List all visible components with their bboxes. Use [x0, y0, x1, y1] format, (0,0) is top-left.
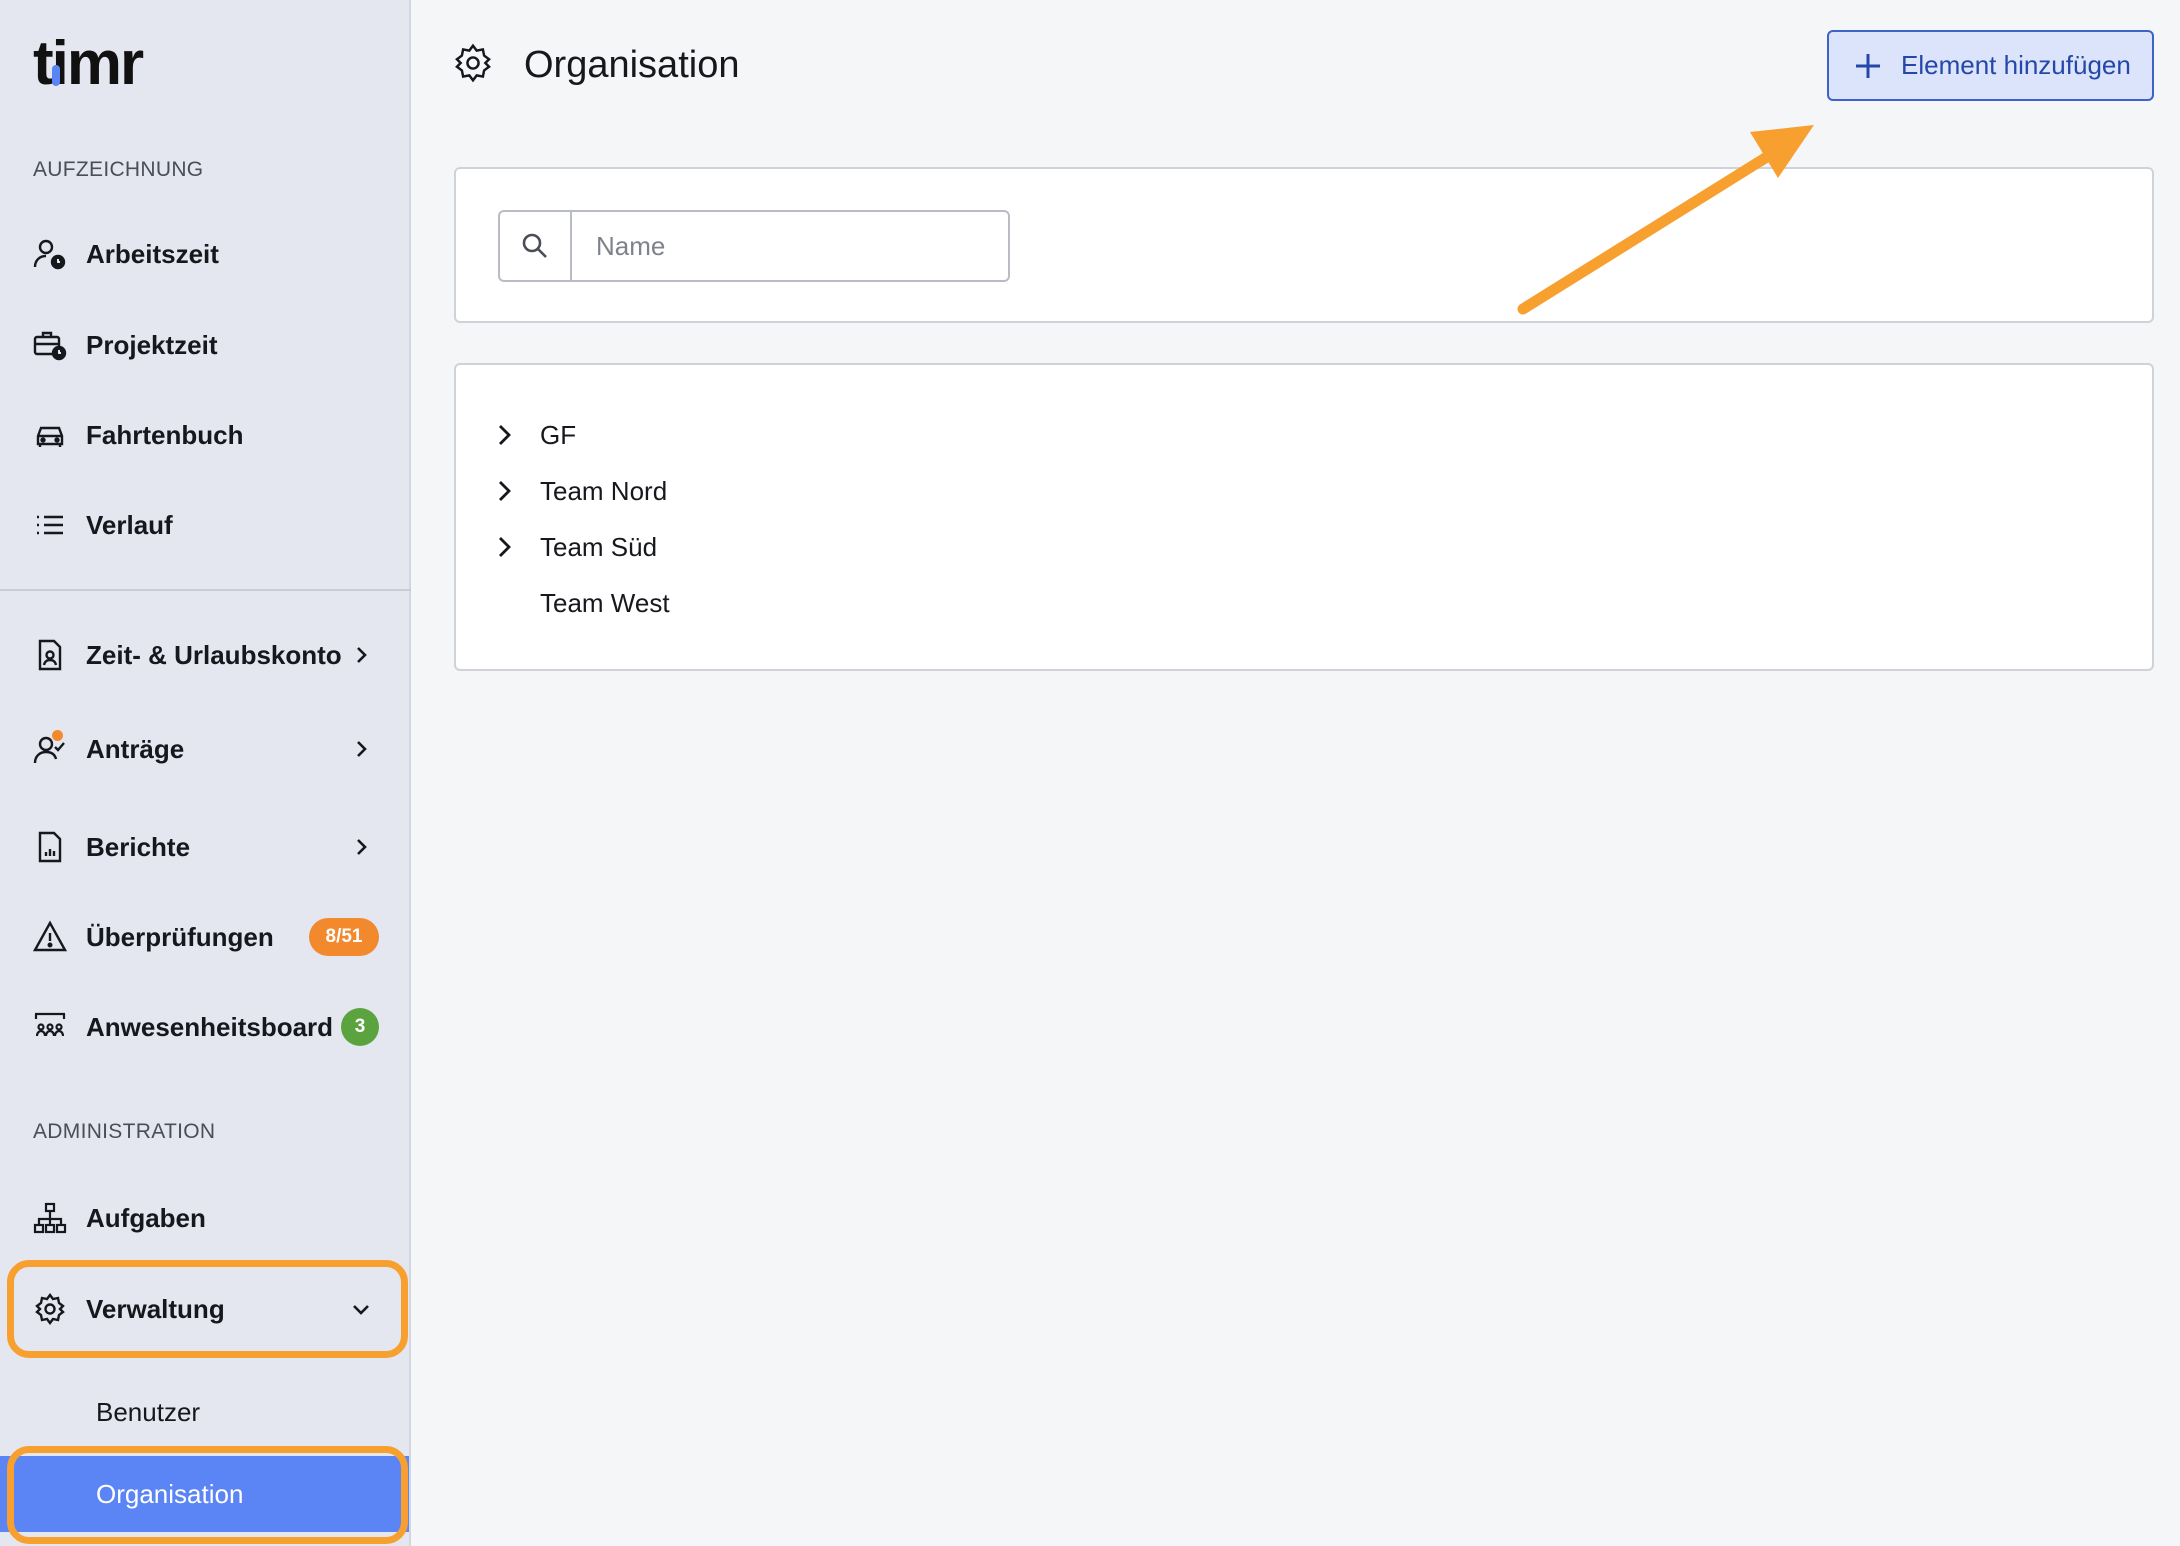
chevron-right-icon — [351, 645, 371, 665]
sidebar-subitem-benutzer[interactable]: Benutzer — [0, 1374, 409, 1450]
count-badge: 8/51 — [309, 918, 379, 956]
svg-text:timr: timr — [33, 36, 144, 92]
sidebar-item-zeit-urlaubskonto[interactable]: Zeit- & Urlaubskonto — [0, 623, 409, 687]
sidebar-item-label: Zeit- & Urlaubskonto — [86, 639, 342, 670]
list-icon — [33, 508, 67, 542]
car-icon — [33, 418, 67, 452]
add-element-button[interactable]: Element hinzufügen — [1827, 30, 2154, 101]
chevron-right-icon[interactable] — [479, 535, 529, 559]
sidebar-subitem-label: Organisation — [96, 1478, 244, 1509]
sidebar-item-berichte[interactable]: Berichte — [0, 815, 409, 879]
warning-icon — [33, 920, 67, 954]
chevron-right-icon[interactable] — [479, 423, 529, 447]
sidebar-item-arbeitszeit[interactable]: Arbeitszeit — [0, 222, 409, 286]
sidebar-item-label: Projektzeit — [86, 329, 218, 360]
notification-dot — [52, 730, 63, 741]
gear-icon — [452, 42, 494, 89]
sidebar-item-fahrtenbuch[interactable]: Fahrtenbuch — [0, 403, 409, 467]
sidebar-item-label: Arbeitszeit — [86, 238, 219, 269]
gear-icon — [33, 1292, 67, 1326]
sidebar-item-label: Anträge — [86, 733, 185, 764]
search-input[interactable] — [572, 212, 1008, 280]
sidebar-item-label: Fahrtenbuch — [86, 419, 244, 450]
organisation-tree-card: GF Team Nord Team Süd Team West — [454, 363, 2154, 671]
sidebar-item-label: Anwesenheitsboard — [86, 1011, 334, 1042]
count-badge: 3 — [341, 1008, 379, 1046]
tree-item-label[interactable]: Team Nord — [540, 476, 667, 507]
sidebar-item-label: Berichte — [86, 831, 191, 862]
chevron-down-icon — [351, 1299, 371, 1319]
timr-logo[interactable]: timr — [33, 36, 163, 92]
sidebar-item-ueberpruefungen[interactable]: Überprüfungen 8/51 — [0, 905, 409, 969]
sidebar-item-verwaltung[interactable]: Verwaltung — [0, 1277, 409, 1341]
tree-item-team-west[interactable]: Team West — [456, 578, 670, 628]
document-user-icon — [33, 638, 67, 672]
sidebar-item-antraege[interactable]: Anträge — [0, 717, 409, 781]
user-check-icon — [33, 730, 67, 766]
section-label-admin: ADMINISTRATION — [33, 1120, 216, 1143]
sidebar-item-projektzeit[interactable]: Projektzeit — [0, 313, 409, 377]
tree-item-label[interactable]: Team Süd — [540, 532, 657, 563]
chevron-right-icon[interactable] — [479, 479, 529, 503]
section-label-recording: AUFZEICHNUNG — [33, 158, 204, 181]
sidebar-item-label: Aufgaben — [86, 1202, 206, 1233]
chevron-right-icon — [351, 739, 371, 759]
page-title: Organisation — [524, 43, 740, 86]
tree-item-label[interactable]: GF — [540, 420, 576, 451]
sidebar-divider — [0, 589, 411, 591]
briefcase-clock-icon — [33, 328, 67, 362]
sidebar-subitem-label: Benutzer — [96, 1396, 201, 1427]
tree-item-label[interactable]: Team West — [540, 588, 670, 619]
page-header: Organisation — [452, 40, 739, 90]
sidebar-item-verlauf[interactable]: Verlauf — [0, 493, 409, 557]
add-element-label: Element hinzufügen — [1901, 50, 2131, 80]
sidebar-item-aufgaben[interactable]: Aufgaben — [0, 1186, 409, 1250]
hierarchy-icon — [33, 1201, 67, 1235]
search-icon[interactable] — [500, 212, 572, 280]
sidebar-item-label: Verlauf — [86, 509, 173, 540]
report-icon — [33, 830, 67, 864]
search-card — [454, 167, 2154, 323]
search-field[interactable] — [498, 210, 1010, 282]
tree-item-team-nord[interactable]: Team Nord — [456, 466, 667, 516]
sidebar: timr AUFZEICHNUNG Arbeitszeit Projektzei… — [0, 0, 411, 1546]
chevron-right-icon — [351, 837, 371, 857]
presence-board-icon — [33, 1010, 67, 1044]
sidebar-item-anwesenheitsboard[interactable]: Anwesenheitsboard 3 — [0, 995, 409, 1059]
plus-icon — [1856, 53, 1880, 78]
sidebar-subitem-organisation[interactable]: Organisation — [0, 1456, 409, 1532]
sidebar-item-label: Überprüfungen — [86, 921, 274, 952]
tree-item-team-sued[interactable]: Team Süd — [456, 522, 657, 572]
user-clock-icon — [33, 237, 67, 271]
tree-item-gf[interactable]: GF — [456, 410, 576, 460]
sidebar-item-label: Verwaltung — [86, 1293, 225, 1324]
